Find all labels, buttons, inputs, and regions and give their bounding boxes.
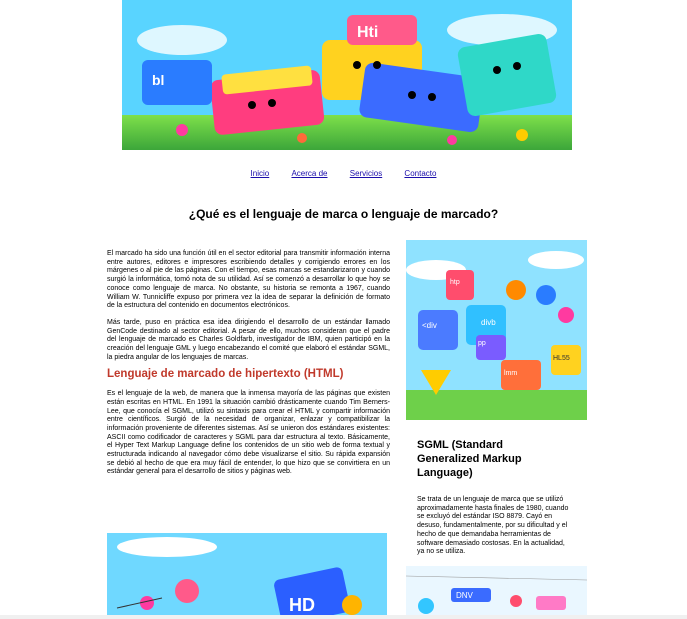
image-tag-pp: pp (478, 340, 486, 347)
hero-image: bl Hti (122, 0, 572, 150)
article-paragraph-3: Es el lenguaje de la web, de manera que … (107, 390, 390, 476)
sgml-paragraph: Se trata de un lenguaje de marca que se … (417, 496, 569, 556)
hero-tag-hti: Hti (357, 24, 378, 41)
sidebar-image-2: DNV (406, 566, 587, 619)
image-tag-hd: HD (289, 595, 315, 615)
html-section-heading: Lenguaje de marcado de hipertexto (HTML) (107, 368, 344, 381)
image-tag-htp: htp (450, 279, 460, 286)
horizontal-scrollbar[interactable] (0, 615, 687, 619)
article-paragraph-1: El marcado ha sido una función útil en e… (107, 250, 390, 310)
image-tag-div: <div (422, 321, 437, 330)
hero-tag-bl: bl (152, 72, 164, 88)
nav-link-servicios[interactable]: Servicios (350, 169, 382, 178)
image-tag-dnv: DNV (456, 591, 474, 600)
image-tag-divb: divb (481, 318, 496, 327)
sidebar-image: <div divb htp pp lmm HL55 (406, 240, 587, 425)
nav-link-contacto[interactable]: Contacto (404, 169, 436, 178)
top-navigation: Inicio Acerca de Servicios Contacto (0, 169, 687, 183)
image-tag-hl55: HL55 (553, 355, 570, 362)
html-image: HD (107, 533, 387, 619)
nav-link-acerca-de[interactable]: Acerca de (291, 169, 327, 178)
page-title: ¿Qué es el lenguaje de marca o lenguaje … (188, 207, 499, 221)
sidebar: <div divb htp pp lmm HL55 SGML (Standard… (406, 240, 587, 557)
sgml-heading: SGML (Standard Generalized Markup Langua… (417, 439, 522, 479)
article-paragraph-2: Más tarde, puso en práctica esa idea dir… (107, 318, 390, 361)
nav-link-inicio[interactable]: Inicio (251, 169, 270, 178)
image-tag-lmm: lmm (504, 370, 517, 377)
main-article: El marcado ha sido una función útil en e… (107, 250, 390, 485)
